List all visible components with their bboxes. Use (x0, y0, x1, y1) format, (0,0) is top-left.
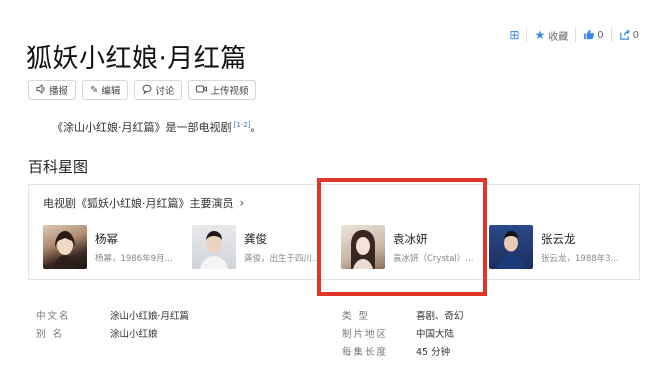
thumbs-up-icon (583, 29, 595, 42)
share-icon (619, 28, 630, 42)
share-button[interactable]: 0 (610, 28, 646, 42)
discuss-button[interactable]: 讨论 (134, 80, 183, 100)
info-key: 每集长度 (342, 347, 389, 358)
page-actions: ⊞ ★ 收藏 0 0 (502, 28, 646, 43)
info-key: 别 名 (36, 329, 65, 340)
edit-label: 编辑 (101, 86, 121, 97)
edit-button[interactable]: ✎ 编辑 (82, 80, 129, 100)
star-map-title: 百科星图 (28, 158, 89, 176)
cast-name: 张云龙 (541, 231, 576, 246)
reference-link[interactable]: [1-2] (234, 121, 251, 129)
add-button[interactable]: ⊞ (502, 28, 526, 42)
info-value: 涂山小红娘 (110, 329, 158, 340)
star-map-heading-link[interactable]: 电视剧《狐妖小红娘·月红篇》主要演员 › (43, 195, 244, 211)
summary-body: 《涂山小红娘·月红篇》是一部电视剧 (52, 121, 232, 134)
page-title: 狐妖小红娘·月红篇 (26, 44, 247, 74)
avatar (43, 225, 87, 269)
info-value: 45 分钟 (416, 347, 451, 358)
plus-square-icon: ⊞ (509, 28, 520, 42)
collect-label: 收藏 (548, 31, 569, 43)
info-row: 中文名 涂山小红娘·月红篇 (36, 306, 189, 324)
cast-name: 杨幂 (95, 231, 118, 246)
upload-video-label: 上传视频 (210, 86, 249, 97)
video-icon (196, 84, 208, 97)
info-row: 制片地区 中国大陆 (342, 324, 464, 342)
summary-end: 。 (250, 121, 262, 134)
cast-name: 龚俊 (244, 231, 267, 246)
basic-info-left: 中文名 涂山小红娘·月红篇 别 名 涂山小红娘 (36, 306, 189, 342)
cast-item[interactable]: 张云龙 张云龙，1988年3... (489, 225, 619, 269)
share-count: 0 (632, 29, 639, 41)
pencil-icon: ✎ (90, 84, 99, 96)
cast-desc: 张云龙，1988年3... (541, 253, 619, 264)
entry-toolbar: 播报 ✎ 编辑 讨论 上传视频 (28, 80, 257, 100)
chevron-right-icon: › (239, 196, 245, 210)
summary-text: 《涂山小红娘·月红篇》是一部电视剧 [1-2]。 (52, 119, 261, 135)
like-button[interactable]: 0 (575, 28, 610, 42)
broadcast-label: 播报 (49, 86, 69, 97)
basic-info-right: 类 型 喜剧、奇幻 制片地区 中国大陆 每集长度 45 分钟 (342, 306, 464, 360)
star-map-heading: 电视剧《狐妖小红娘·月红篇》主要演员 (43, 197, 234, 210)
info-key: 制片地区 (342, 329, 389, 340)
info-value: 喜剧、奇幻 (416, 311, 464, 322)
info-key: 类 型 (342, 311, 371, 322)
speaker-icon (36, 83, 46, 97)
collect-button[interactable]: ★ 收藏 (526, 28, 575, 43)
cast-item[interactable]: 龚俊 龚俊，出生于四川... (192, 225, 320, 269)
info-row: 每集长度 45 分钟 (342, 342, 464, 360)
info-row: 类 型 喜剧、奇幻 (342, 306, 464, 324)
broadcast-button[interactable]: 播报 (28, 80, 77, 100)
info-value: 涂山小红娘·月红篇 (110, 311, 190, 322)
star-icon: ★ (534, 28, 546, 42)
cast-item[interactable]: 杨幂 杨幂，1986年9月... (43, 225, 173, 269)
info-value: 中国大陆 (416, 329, 455, 340)
info-key: 中文名 (36, 311, 71, 322)
info-row: 别 名 涂山小红娘 (36, 324, 189, 342)
avatar (192, 225, 236, 269)
upload-video-button[interactable]: 上传视频 (188, 80, 257, 100)
comment-icon (142, 84, 152, 97)
cast-desc: 龚俊，出生于四川... (244, 253, 321, 264)
cast-desc: 杨幂，1986年9月... (95, 253, 173, 264)
discuss-label: 讨论 (155, 86, 175, 97)
like-count: 0 (597, 29, 604, 41)
highlight-box (317, 178, 487, 296)
avatar (489, 225, 533, 269)
